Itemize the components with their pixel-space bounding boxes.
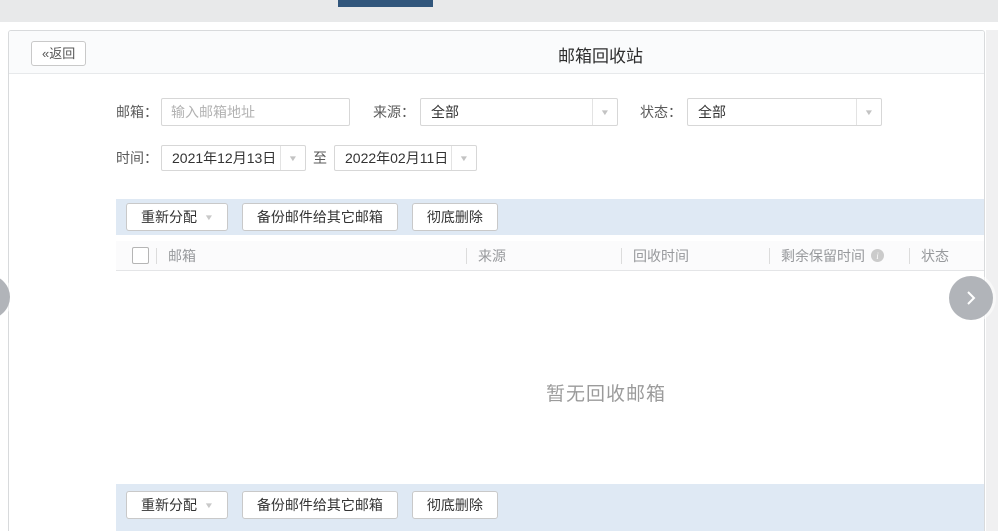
panel-header-bar (9, 31, 984, 74)
date-range-conjunction: 至 (313, 148, 327, 168)
email-search-input[interactable] (161, 98, 350, 126)
email-filter-label: 邮箱： (116, 102, 158, 122)
date-from-value: 2021年12月13日 (162, 148, 280, 168)
recycle-bin-panel: «返回 邮箱回收站 邮箱： 来源： 全部 状态： 全部 时间： 2021年12月… (8, 30, 985, 531)
chevron-right-icon (963, 290, 979, 306)
source-select-value: 全部 (421, 102, 592, 122)
time-filter-label: 时间： (116, 148, 158, 168)
purge-delete-button[interactable]: 彻底删除 (412, 203, 498, 231)
select-all-checkbox[interactable] (132, 247, 149, 264)
status-select[interactable]: 全部 (687, 98, 882, 126)
date-to-value: 2022年02月11日 (335, 148, 451, 168)
page-right-strip (986, 30, 998, 531)
status-select-value: 全部 (688, 102, 856, 122)
chevron-down-icon (451, 146, 476, 170)
active-tab-indicator (338, 0, 433, 7)
column-header-mailbox: 邮箱 (156, 241, 466, 270)
column-header-source: 来源 (466, 241, 621, 270)
page-title: 邮箱回收站 (558, 42, 643, 67)
date-from-select[interactable]: 2021年12月13日 (161, 145, 306, 171)
back-button[interactable]: «返回 (31, 41, 86, 66)
table-header-row: 邮箱 来源 回收时间 剩余保留时间 i 状态 (116, 241, 984, 271)
purge-delete-button[interactable]: 彻底删除 (412, 491, 498, 519)
reassign-dropdown-button[interactable]: 重新分配 (126, 491, 228, 519)
source-select[interactable]: 全部 (420, 98, 618, 126)
chevron-down-icon (856, 99, 881, 125)
column-header-retention: 剩余保留时间 i (769, 241, 909, 270)
toolbar-top: 重新分配 备份邮件给其它邮箱 彻底删除 (116, 199, 984, 235)
chevron-down-icon (280, 146, 305, 170)
empty-state-text: 暂无回收邮箱 (546, 379, 666, 406)
status-filter-label: 状态： (640, 102, 682, 122)
info-icon[interactable]: i (871, 249, 884, 262)
toolbar-bottom: 重新分配 备份邮件给其它邮箱 彻底删除 (116, 484, 984, 531)
date-to-select[interactable]: 2022年02月11日 (334, 145, 477, 171)
column-header-recycle-time: 回收时间 (621, 241, 769, 270)
page-gray-band (0, 0, 998, 22)
column-header-retention-label: 剩余保留时间 (781, 246, 865, 266)
select-all-cell (116, 241, 156, 270)
column-header-status: 状态 (909, 241, 984, 270)
backup-mail-button[interactable]: 备份邮件给其它邮箱 (242, 491, 398, 519)
source-filter-label: 来源： (373, 102, 415, 122)
chevron-down-icon (592, 99, 617, 125)
filter-row-time: 时间： 2021年12月13日 至 2022年02月11日 (116, 145, 477, 171)
backup-mail-button[interactable]: 备份邮件给其它邮箱 (242, 203, 398, 231)
scroll-right-arrow[interactable] (949, 276, 993, 320)
filter-row-primary: 邮箱： 来源： 全部 状态： 全部 (116, 98, 882, 126)
reassign-dropdown-button[interactable]: 重新分配 (126, 203, 228, 231)
